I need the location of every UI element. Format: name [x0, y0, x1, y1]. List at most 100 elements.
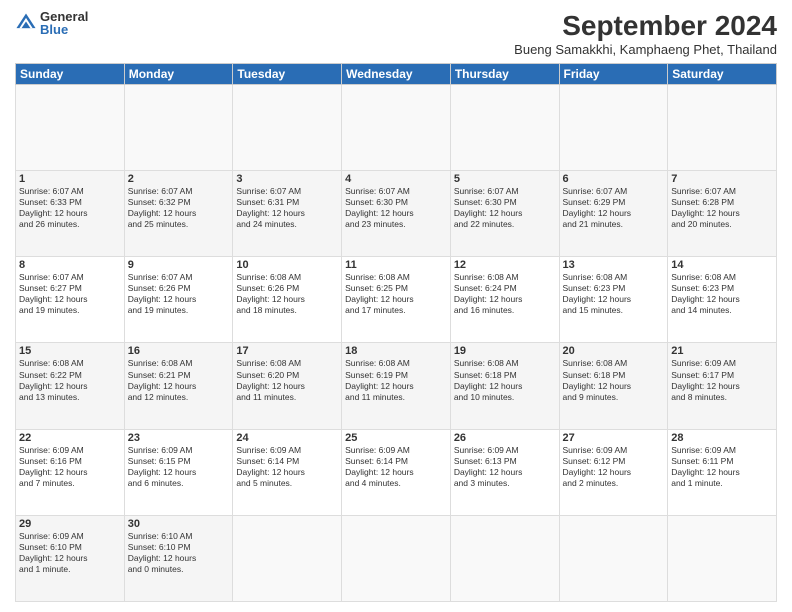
calendar-cell: 11Sunrise: 6:08 AMSunset: 6:25 PMDayligh… [342, 257, 451, 343]
cell-text: Sunset: 6:14 PM [345, 456, 447, 467]
cell-text: Sunrise: 6:09 AM [19, 445, 121, 456]
cell-text: and 14 minutes. [671, 305, 773, 316]
header-friday: Friday [559, 64, 668, 85]
calendar-week-row: 22Sunrise: 6:09 AMSunset: 6:16 PMDayligh… [16, 429, 777, 515]
cell-text: Sunrise: 6:08 AM [345, 358, 447, 369]
cell-text: Daylight: 12 hours [236, 208, 338, 219]
calendar-cell: 22Sunrise: 6:09 AMSunset: 6:16 PMDayligh… [16, 429, 125, 515]
calendar-table: Sunday Monday Tuesday Wednesday Thursday… [15, 63, 777, 602]
cell-text: and 19 minutes. [19, 305, 121, 316]
calendar-cell: 5Sunrise: 6:07 AMSunset: 6:30 PMDaylight… [450, 171, 559, 257]
cell-text: Daylight: 12 hours [236, 467, 338, 478]
cell-text: and 9 minutes. [563, 392, 665, 403]
cell-text: Sunrise: 6:08 AM [128, 358, 230, 369]
cell-text: Daylight: 12 hours [236, 294, 338, 305]
day-number: 2 [128, 173, 230, 185]
calendar-cell [450, 85, 559, 171]
calendar-cell: 9Sunrise: 6:07 AMSunset: 6:26 PMDaylight… [124, 257, 233, 343]
cell-text: and 17 minutes. [345, 305, 447, 316]
cell-text: Daylight: 12 hours [128, 294, 230, 305]
cell-text: Daylight: 12 hours [19, 208, 121, 219]
day-number: 9 [128, 259, 230, 271]
cell-text: Sunrise: 6:09 AM [563, 445, 665, 456]
cell-text: Sunset: 6:29 PM [563, 197, 665, 208]
day-number: 23 [128, 432, 230, 444]
day-number: 12 [454, 259, 556, 271]
cell-text: Sunrise: 6:09 AM [128, 445, 230, 456]
day-number: 22 [19, 432, 121, 444]
day-number: 18 [345, 345, 447, 357]
calendar-cell [668, 515, 777, 601]
cell-text: Sunset: 6:26 PM [236, 283, 338, 294]
cell-text: Sunrise: 6:08 AM [236, 272, 338, 283]
calendar-cell: 30Sunrise: 6:10 AMSunset: 6:10 PMDayligh… [124, 515, 233, 601]
cell-text: Daylight: 12 hours [671, 208, 773, 219]
cell-text: Sunset: 6:30 PM [454, 197, 556, 208]
cell-text: Sunset: 6:17 PM [671, 370, 773, 381]
cell-text: Sunset: 6:18 PM [563, 370, 665, 381]
cell-text: and 11 minutes. [345, 392, 447, 403]
cell-text: Daylight: 12 hours [454, 381, 556, 392]
calendar-cell [16, 85, 125, 171]
cell-text: Sunrise: 6:09 AM [236, 445, 338, 456]
cell-text: Daylight: 12 hours [563, 467, 665, 478]
calendar-cell: 17Sunrise: 6:08 AMSunset: 6:20 PMDayligh… [233, 343, 342, 429]
cell-text: Sunrise: 6:08 AM [345, 272, 447, 283]
cell-text: and 12 minutes. [128, 392, 230, 403]
cell-text: Daylight: 12 hours [128, 553, 230, 564]
cell-text: Sunrise: 6:08 AM [454, 272, 556, 283]
day-number: 10 [236, 259, 338, 271]
cell-text: and 6 minutes. [128, 478, 230, 489]
cell-text: Daylight: 12 hours [671, 294, 773, 305]
cell-text: Daylight: 12 hours [454, 208, 556, 219]
day-number: 26 [454, 432, 556, 444]
day-number: 19 [454, 345, 556, 357]
cell-text: Daylight: 12 hours [563, 381, 665, 392]
cell-text: Daylight: 12 hours [236, 381, 338, 392]
cell-text: Daylight: 12 hours [454, 467, 556, 478]
day-number: 16 [128, 345, 230, 357]
cell-text: Daylight: 12 hours [128, 381, 230, 392]
cell-text: Sunrise: 6:07 AM [19, 186, 121, 197]
cell-text: and 19 minutes. [128, 305, 230, 316]
cell-text: and 26 minutes. [19, 219, 121, 230]
cell-text: Sunset: 6:23 PM [671, 283, 773, 294]
cell-text: Daylight: 12 hours [671, 467, 773, 478]
cell-text: Sunset: 6:23 PM [563, 283, 665, 294]
cell-text: and 16 minutes. [454, 305, 556, 316]
title-section: September 2024 Bueng Samakkhi, Kamphaeng… [514, 10, 777, 57]
day-number: 20 [563, 345, 665, 357]
cell-text: and 10 minutes. [454, 392, 556, 403]
cell-text: and 4 minutes. [345, 478, 447, 489]
cell-text: Sunset: 6:18 PM [454, 370, 556, 381]
calendar-cell: 10Sunrise: 6:08 AMSunset: 6:26 PMDayligh… [233, 257, 342, 343]
cell-text: Sunrise: 6:08 AM [671, 272, 773, 283]
cell-text: Sunset: 6:21 PM [128, 370, 230, 381]
cell-text: and 24 minutes. [236, 219, 338, 230]
cell-text: Sunrise: 6:08 AM [236, 358, 338, 369]
day-number: 14 [671, 259, 773, 271]
cell-text: and 8 minutes. [671, 392, 773, 403]
cell-text: Sunset: 6:33 PM [19, 197, 121, 208]
day-number: 6 [563, 173, 665, 185]
day-number: 3 [236, 173, 338, 185]
calendar-cell: 4Sunrise: 6:07 AMSunset: 6:30 PMDaylight… [342, 171, 451, 257]
calendar-cell: 3Sunrise: 6:07 AMSunset: 6:31 PMDaylight… [233, 171, 342, 257]
cell-text: Sunrise: 6:09 AM [345, 445, 447, 456]
calendar-cell: 16Sunrise: 6:08 AMSunset: 6:21 PMDayligh… [124, 343, 233, 429]
cell-text: Sunset: 6:30 PM [345, 197, 447, 208]
cell-text: Sunrise: 6:07 AM [563, 186, 665, 197]
cell-text: Sunrise: 6:07 AM [454, 186, 556, 197]
cell-text: Sunrise: 6:07 AM [128, 186, 230, 197]
calendar-cell [450, 515, 559, 601]
cell-text: Daylight: 12 hours [345, 381, 447, 392]
cell-text: Sunrise: 6:09 AM [671, 445, 773, 456]
logo: General Blue [15, 10, 88, 36]
cell-text: Sunrise: 6:08 AM [563, 272, 665, 283]
cell-text: Sunset: 6:32 PM [128, 197, 230, 208]
cell-text: and 23 minutes. [345, 219, 447, 230]
page: General Blue September 2024 Bueng Samakk… [0, 0, 792, 612]
cell-text: Sunset: 6:24 PM [454, 283, 556, 294]
day-number: 11 [345, 259, 447, 271]
cell-text: Sunset: 6:28 PM [671, 197, 773, 208]
